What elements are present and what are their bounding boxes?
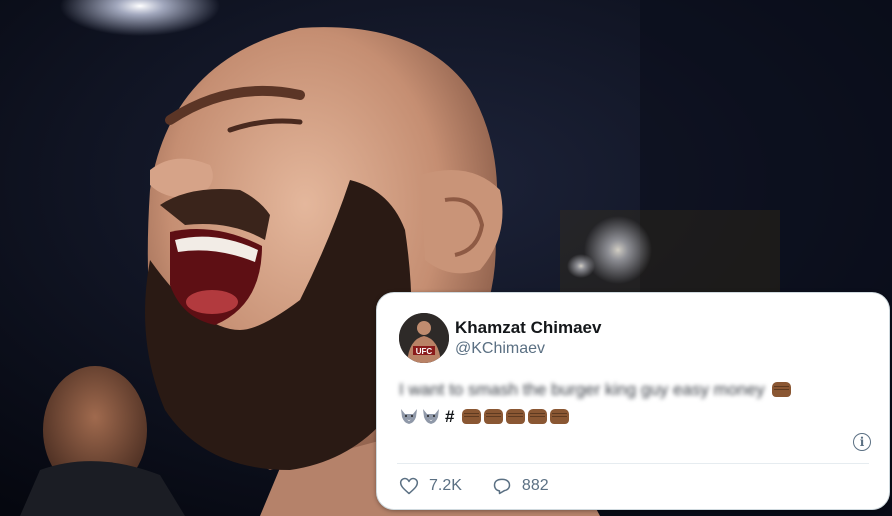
display-name[interactable]: Khamzat Chimaev (455, 318, 601, 338)
tweet-actions: 7.2K 882 (399, 476, 579, 496)
wolf-emoji-icon (423, 409, 439, 424)
reply-count: 882 (521, 477, 549, 494)
avatar[interactable]: UFC (399, 313, 449, 363)
reply-button[interactable]: 882 (492, 476, 549, 496)
reply-icon (493, 478, 511, 495)
oncoming-fist-emoji-icon (484, 409, 504, 424)
wolf-emoji-icon (401, 409, 417, 424)
tweet-text: I want to smash the burger king guy easy… (399, 376, 869, 430)
avatar-logo-text: UFC (416, 347, 433, 356)
oncoming-fist-emoji-icon (528, 409, 548, 424)
oncoming-fist-emoji-icon (506, 409, 526, 424)
oncoming-fist-emoji-icon (462, 409, 482, 424)
user-handle[interactable]: @KChimaev (455, 340, 545, 358)
tweet-body: I want to smash the burger king guy easy… (399, 380, 765, 399)
hashtag[interactable]: # (445, 407, 454, 426)
heart-icon (399, 477, 419, 495)
avatar-image: UFC (399, 313, 449, 363)
oncoming-fist-emoji-icon (550, 409, 570, 424)
like-button[interactable]: 7.2K (399, 476, 462, 496)
oncoming-fist-emoji-icon (772, 382, 792, 397)
info-icon[interactable] (853, 433, 871, 451)
like-count: 7.2K (429, 477, 462, 494)
tweet-card[interactable]: UFC Khamzat Chimaev @KChimaev I want to … (376, 292, 890, 510)
divider (397, 463, 869, 464)
